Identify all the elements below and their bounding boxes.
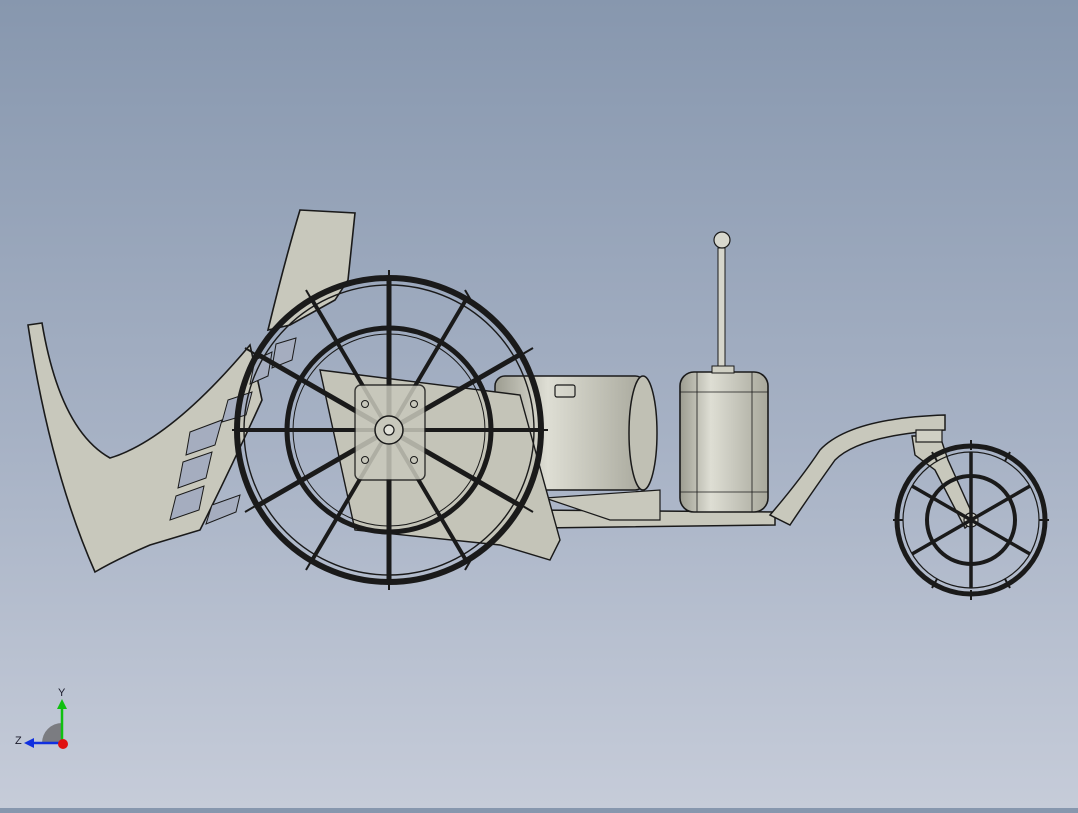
cad-viewport[interactable] bbox=[0, 0, 1078, 808]
machine-model bbox=[27, 209, 1049, 600]
z-arrow-icon bbox=[24, 738, 34, 748]
fender-plate bbox=[266, 209, 356, 332]
hub-plate bbox=[354, 384, 426, 481]
axis-triad: Y Z bbox=[15, 687, 68, 749]
y-arrow-icon bbox=[57, 699, 67, 709]
x-axis-icon bbox=[58, 739, 68, 749]
z-axis-label: Z bbox=[15, 735, 22, 747]
triad-arc-icon bbox=[42, 723, 62, 743]
caster-wheel bbox=[893, 440, 1049, 600]
fuel-tank bbox=[679, 231, 769, 513]
shovel-plate bbox=[27, 322, 263, 574]
y-axis-label: Y bbox=[58, 687, 66, 699]
